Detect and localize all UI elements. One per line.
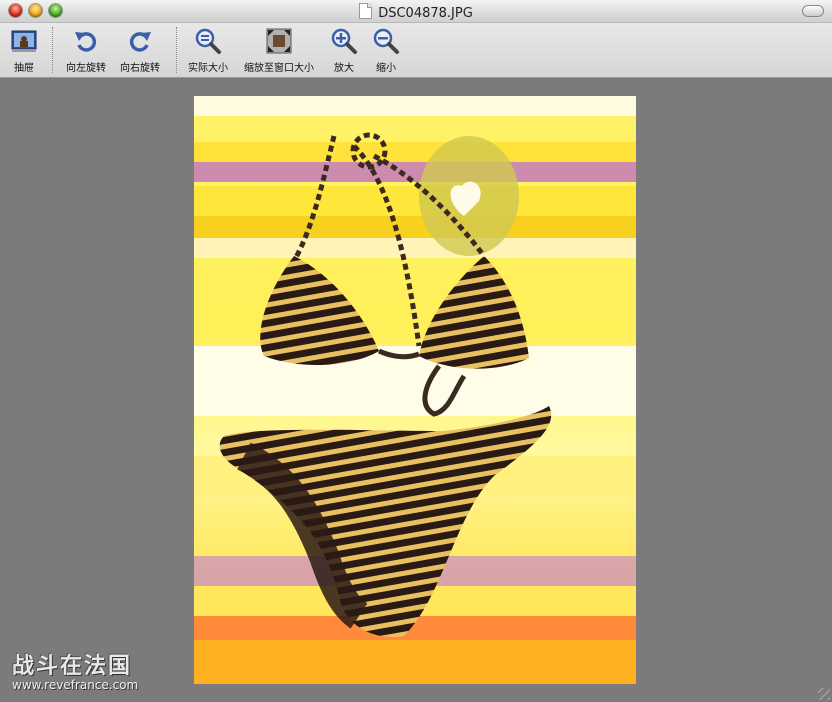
zoom-to-fit-label: 缩放至窗口大小 xyxy=(244,63,314,74)
rotate-left-label: 向左旋转 xyxy=(66,63,106,74)
window-title-text: DSC04878.JPG xyxy=(378,6,473,21)
toolbar: 抽屉 向左旋转 向右旋转 实际大小 缩放至窗口大小 放大 缩小 xyxy=(0,23,832,78)
drawer-icon xyxy=(10,27,38,55)
zoom-to-fit-icon xyxy=(265,27,293,55)
watermark: 战斗在法国 www.revefrance.com xyxy=(12,648,138,692)
rotate-right-icon xyxy=(126,27,154,55)
title-bar[interactable]: DSC04878.JPG xyxy=(0,0,832,23)
zoom-out-label: 缩小 xyxy=(376,63,396,74)
actual-size-button[interactable]: 实际大小 xyxy=(184,27,232,74)
drawer-button[interactable]: 抽屉 xyxy=(6,27,42,74)
zoom-in-icon xyxy=(330,27,358,55)
drawer-label: 抽屉 xyxy=(14,63,34,74)
toolbar-separator xyxy=(52,27,53,73)
zoom-out-button[interactable]: 缩小 xyxy=(368,27,404,74)
document-icon xyxy=(359,3,373,19)
watermark-url: www.revefrance.com xyxy=(12,678,139,692)
preview-window: DSC04878.JPG 抽屉 向左旋转 向右旋转 实际大小 缩放至窗口大小 放… xyxy=(0,0,832,702)
photo xyxy=(194,96,636,684)
toolbar-separator xyxy=(176,27,177,73)
zoom-in-button[interactable]: 放大 xyxy=(326,27,362,74)
rotate-right-label: 向右旋转 xyxy=(120,63,160,74)
toolbar-toggle-button[interactable] xyxy=(802,5,824,17)
zoom-to-fit-button[interactable]: 缩放至窗口大小 xyxy=(238,27,320,74)
watermark-title: 战斗在法国 xyxy=(12,654,133,679)
actual-size-icon xyxy=(194,27,222,55)
actual-size-label: 实际大小 xyxy=(188,63,228,74)
zoom-in-label: 放大 xyxy=(334,63,354,74)
rotate-left-icon xyxy=(72,27,100,55)
zoom-out-icon xyxy=(372,27,400,55)
resize-grip[interactable] xyxy=(818,688,830,700)
rotate-right-button[interactable]: 向右旋转 xyxy=(116,27,164,74)
window-title: DSC04878.JPG xyxy=(0,3,832,21)
rotate-left-button[interactable]: 向左旋转 xyxy=(62,27,110,74)
photo-content xyxy=(194,96,636,684)
